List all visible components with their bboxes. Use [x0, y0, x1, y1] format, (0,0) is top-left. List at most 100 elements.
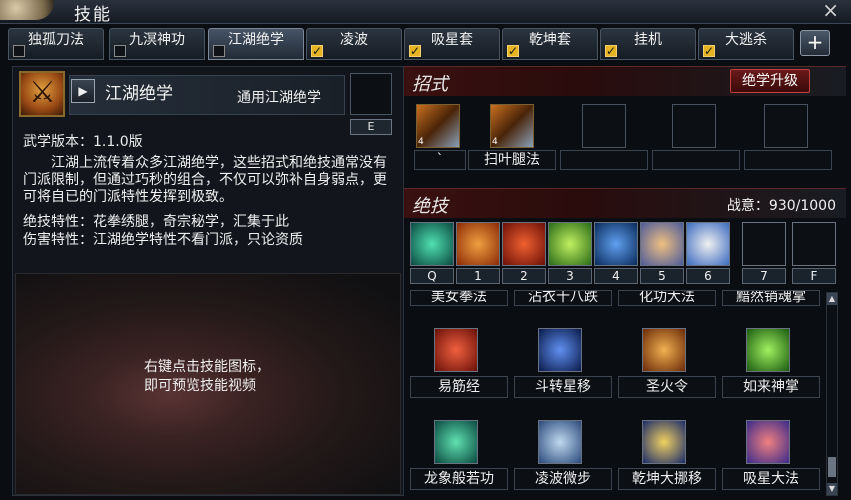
window-title: 技能 [74, 5, 112, 25]
school-name: 江湖绝学 [105, 84, 173, 104]
crossed-swords-icon [19, 71, 65, 117]
preview-hint: 右键点击技能图标， 即可预览技能视频 [144, 358, 270, 396]
tab-label: 九溟神功 [129, 32, 185, 48]
unique-heading: 绝技 [412, 196, 448, 217]
hotkey-7: 7 [742, 268, 786, 284]
tab-label: 江湖绝学 [228, 32, 284, 48]
hotbar-slot-q[interactable] [410, 222, 454, 266]
move-slot-4[interactable] [672, 104, 716, 148]
move-slot-3[interactable] [582, 104, 626, 148]
move-slot-2[interactable]: 4 [490, 104, 534, 148]
skill-icon-qiankun[interactable] [642, 420, 686, 464]
skill-label: 美女拳法 [410, 290, 508, 306]
tab-guaji[interactable]: 挂机 [600, 28, 696, 62]
moves-header: 招式 绝学升级 [404, 66, 846, 96]
tab-label: 凌波 [340, 32, 368, 48]
version-text: 武学版本：1.1.0版 [23, 134, 143, 150]
skill-icon-rulai[interactable] [746, 328, 790, 372]
description-text: 江湖上流传着众多江湖绝学，这些招式和绝技通常没有门派限制，但通过巧秒的组合，不仅… [23, 155, 387, 205]
tab-label: 挂机 [634, 32, 662, 48]
tab-checkbox[interactable] [409, 40, 421, 62]
hotkey-6: 6 [686, 268, 730, 284]
tab-dataosha[interactable]: 大逃杀 [698, 28, 794, 62]
damage-trait: 伤害特性：江湖绝学特性不看门派，只论资质 [23, 232, 303, 248]
hotbar-slot-1[interactable] [456, 222, 500, 266]
hotbar-slot-6[interactable] [686, 222, 730, 266]
upgrade-button[interactable]: 绝学升级 [730, 69, 810, 93]
hotbar-slot-f[interactable] [792, 222, 836, 266]
title-bar: 技能 × [0, 0, 851, 25]
move-slot-5[interactable] [764, 104, 808, 148]
scroll-thumb[interactable] [828, 457, 836, 477]
skill-label: 沾衣十八跌 [514, 290, 612, 306]
skill-label: 圣火令 [618, 376, 716, 398]
add-tab-button[interactable]: + [800, 30, 830, 56]
tab-label: 大逃杀 [725, 32, 767, 48]
skill-video-preview: 右键点击技能图标， 即可预览技能视频 [15, 273, 401, 495]
school-type: 通用江湖绝学 [237, 90, 321, 106]
tab-label: 吸星套 [431, 32, 473, 48]
skill-icon-lingbo[interactable] [538, 420, 582, 464]
e-hotkey-label: E [350, 119, 392, 135]
skill-label: 斗转星移 [514, 376, 612, 398]
school-description: 江湖上流传着众多江湖绝学，这些招式和绝技通常没有门派限制，但通过巧秒的组合，不仅… [23, 155, 399, 206]
move-name-5 [744, 150, 832, 170]
tab-xixing[interactable]: 吸星套 [404, 28, 500, 62]
tab-qiankun[interactable]: 乾坤套 [502, 28, 598, 62]
moves-heading: 招式 [412, 74, 448, 95]
skills-panel: 招式 绝学升级 4 4 ` 扫叶腿法 绝技 战意：930/1000 Q 1 2 … [404, 66, 846, 496]
tab-jianghu-juexue[interactable]: 江湖绝学 [208, 28, 304, 60]
tab-checkbox[interactable] [114, 45, 126, 57]
unique-trait: 绝技特性：花拳绣腿，奇宗秘学，汇集于此 [23, 214, 289, 230]
skill-tab-bar: 独孤刀法 九溟神功 江湖绝学 凌波 吸星套 乾坤套 挂机 大逃杀 + [8, 28, 844, 62]
move-level: 4 [418, 137, 424, 147]
move-name-2: 扫叶腿法 [468, 150, 556, 170]
skill-label: 如来神掌 [722, 376, 820, 398]
hotbar-slot-5[interactable] [640, 222, 684, 266]
skill-label: 吸星大法 [722, 468, 820, 490]
skill-label: 化功大法 [618, 290, 716, 306]
tab-checkbox[interactable] [507, 40, 519, 62]
hotkey-3: 3 [548, 268, 592, 284]
preview-hint-line: 即可预览技能视频 [144, 378, 256, 394]
hotbar-slot-7[interactable] [742, 222, 786, 266]
battle-spirit-value: 战意：930/1000 [726, 198, 836, 214]
tab-checkbox[interactable] [13, 45, 25, 57]
hotkey-5: 5 [640, 268, 684, 284]
skill-icon-longxiang[interactable] [434, 420, 478, 464]
hotbar-slot-4[interactable] [594, 222, 638, 266]
tab-checkbox[interactable] [605, 40, 617, 62]
skill-icon-shenghuo[interactable] [642, 328, 686, 372]
tab-checkbox[interactable] [703, 40, 715, 62]
window-emblem-icon [0, 0, 54, 20]
close-button[interactable]: × [822, 0, 839, 22]
unique-header: 绝技 战意：930/1000 [404, 188, 846, 218]
tab-jiuming[interactable]: 九溟神功 [109, 28, 205, 60]
play-icon[interactable]: ▶ [71, 79, 95, 103]
skill-list-scrollbar[interactable]: ▲ ▼ [826, 292, 838, 496]
preview-hint-line: 右键点击技能图标， [144, 359, 270, 375]
skill-label: 黯然销魂掌 [722, 290, 820, 306]
move-slot-1[interactable]: 4 [416, 104, 460, 148]
scroll-down-icon[interactable]: ▼ [827, 483, 837, 495]
e-skill-slot[interactable] [350, 73, 392, 115]
tab-checkbox[interactable] [213, 45, 225, 57]
tab-checkbox[interactable] [311, 40, 323, 62]
hotkey-f: F [792, 268, 836, 284]
hotkey-4: 4 [594, 268, 638, 284]
skill-label: 易筋经 [410, 376, 508, 398]
tab-dugu-dao[interactable]: 独孤刀法 [8, 28, 104, 60]
skill-icon-yijinjing[interactable] [434, 328, 478, 372]
move-level: 4 [492, 137, 498, 147]
move-name-3 [560, 150, 648, 170]
skill-icon-xixing[interactable] [746, 420, 790, 464]
hotkey-1: 1 [456, 268, 500, 284]
hotbar-slot-3[interactable] [548, 222, 592, 266]
scroll-up-icon[interactable]: ▲ [827, 293, 837, 305]
hotkey-2: 2 [502, 268, 546, 284]
hotbar-slot-2[interactable] [502, 222, 546, 266]
tab-label: 独孤刀法 [28, 32, 84, 48]
skill-label: 乾坤大挪移 [618, 468, 716, 490]
tab-lingbo[interactable]: 凌波 [306, 28, 402, 62]
skill-icon-douzhuan[interactable] [538, 328, 582, 372]
